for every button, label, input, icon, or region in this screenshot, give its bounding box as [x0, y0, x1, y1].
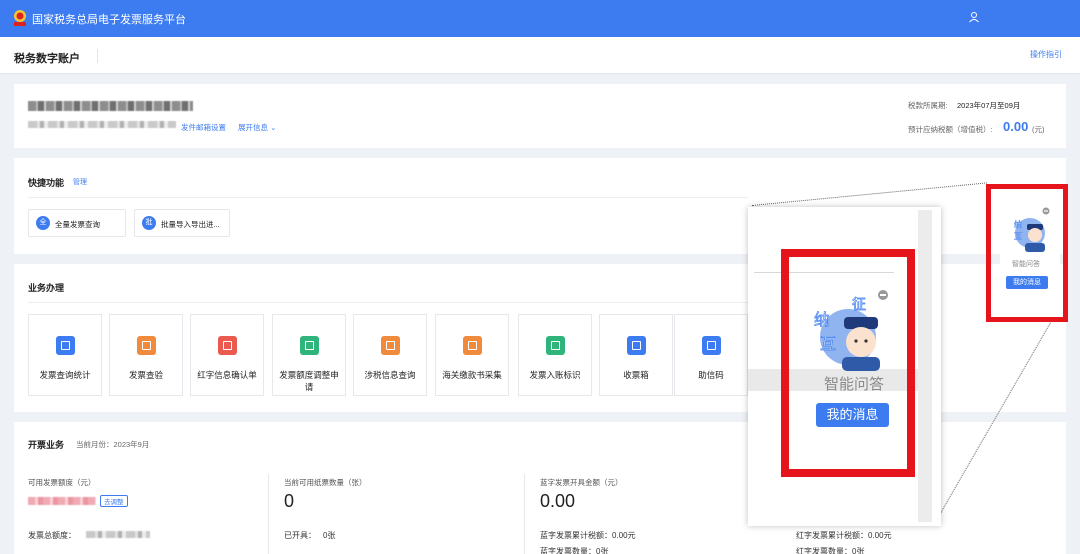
tile-tax-info-query[interactable]: 涉税信息查询 [353, 314, 427, 396]
paper-invoice-label: 当前可用纸票数量（张） [284, 478, 367, 487]
tile-label: 海关缴款书采集 [442, 370, 502, 380]
page-title: 税务数字账户 [14, 53, 80, 65]
entry-mark-icon [546, 336, 565, 355]
quick-manage-link[interactable]: 管理 [73, 177, 87, 187]
tile-label: 红字信息确认单 [197, 370, 257, 380]
highlight-box [986, 184, 1068, 322]
operation-guide-link[interactable]: 操作指引 [1030, 49, 1062, 60]
platform-title: 国家税务总局电子发票服务平台 [32, 14, 186, 26]
issued-value: 0张 [323, 531, 336, 540]
tile-invoice-verify[interactable]: 发票查验 [109, 314, 183, 396]
blue-invoice-tax: 蓝字发票累计税额：0.00元 [540, 531, 636, 540]
quick-item-full-invoice-query[interactable]: 全 全量发票查询 [28, 209, 126, 237]
mail-setting-link[interactable]: 发件邮箱设置 [181, 122, 226, 133]
tile-invoice-query-stats[interactable]: 发票查询统计 [28, 314, 102, 396]
batch-icon: 批 [142, 216, 156, 230]
company-name-redacted [28, 101, 193, 111]
tile-label: 发票查验 [128, 370, 163, 380]
invoice-verify-icon [137, 336, 156, 355]
quick-item-label: 批量导入导出进... [161, 220, 220, 229]
tile-label: 发票入账标识 [529, 370, 581, 380]
chevron-down-icon: ⌄ [270, 123, 277, 132]
blue-invoice-amount: 0.00 [540, 491, 576, 511]
divider [268, 474, 269, 554]
tile-invoice-entry-mark[interactable]: 发票入账标识 [518, 314, 592, 396]
qr-code-icon [702, 336, 721, 355]
tax-id-redacted [28, 121, 176, 128]
available-quota-label: 可用发票额度（元） [28, 478, 96, 487]
quick-item-label: 全量发票查询 [55, 220, 100, 229]
tile-quota-adjust[interactable]: 发票额度调整申请 [272, 314, 346, 396]
tile-invoice-inbox[interactable]: 收票箱 [599, 314, 673, 396]
full-query-icon: 全 [36, 216, 50, 230]
total-quota-redacted [86, 531, 150, 538]
tax-period-value: 2023年07月至09月 [957, 101, 1021, 110]
tax-unit: (元) [1032, 125, 1045, 134]
divider [524, 474, 525, 554]
tile-customs-payment[interactable]: 海关缴款书采集 [435, 314, 509, 396]
top-bar: 国家税务总局电子发票服务平台 [0, 0, 1080, 37]
adjust-quota-button[interactable]: 去调整 [100, 495, 128, 507]
expand-info-link[interactable]: 展开信息 ⌄ [238, 122, 276, 133]
tax-info-icon [381, 336, 400, 355]
issued-label: 已开具： [284, 531, 316, 540]
tax-emblem-icon [14, 10, 26, 26]
quick-functions-title: 快捷功能 [28, 178, 65, 188]
tile-label: 涉税信息查询 [364, 370, 416, 380]
tile-label: 收票箱 [623, 370, 649, 380]
paper-invoice-count: 0 [284, 491, 295, 511]
quota-adjust-icon [300, 336, 319, 355]
red-invoice-tax: 红字发票累计税额：0.00元 [796, 531, 892, 540]
red-letter-icon [218, 336, 237, 355]
zoom-callout: 纳 互 征 智能问答 我的消息 [748, 207, 941, 526]
estimated-tax-label: 预计应纳税额（增值税）: [908, 125, 993, 134]
blue-invoice-amount-label: 蓝字发票开具金额（元） [540, 478, 623, 487]
estimated-tax-value: 0.00 [1003, 119, 1029, 134]
quick-item-batch-import-export[interactable]: 批 批量导入导出进... [134, 209, 230, 237]
scrollbar[interactable] [918, 210, 932, 522]
total-quota-label: 发票总额度： [28, 531, 76, 540]
customs-payment-icon [463, 336, 482, 355]
tile-credit-code[interactable]: 助信码 [674, 314, 748, 396]
user-icon[interactable] [968, 11, 980, 23]
tax-period-label: 税款所属期: [908, 101, 948, 110]
highlight-box-large [781, 249, 915, 477]
blue-invoice-count: 蓝字发票数量：0张 [540, 547, 609, 554]
inbox-icon [627, 336, 646, 355]
tile-label: 助信码 [698, 370, 724, 380]
invoice-query-icon [56, 336, 75, 355]
business-title: 业务办理 [28, 283, 65, 293]
divider [97, 49, 98, 63]
account-card [14, 84, 1066, 148]
divider [28, 302, 748, 303]
page-header: 税务数字账户 操作指引 [0, 37, 1080, 74]
current-month: 当前月份：2023年9月 [76, 440, 150, 449]
invoicing-title: 开票业务 [28, 440, 65, 450]
tile-label: 发票查询统计 [39, 370, 91, 380]
tile-red-letter-confirm[interactable]: 红字信息确认单 [190, 314, 264, 396]
tile-label: 发票额度调整申请 [279, 370, 339, 392]
red-invoice-count: 红字发票数量：0张 [796, 547, 865, 554]
quota-value-redacted [28, 497, 96, 505]
divider [28, 197, 748, 198]
